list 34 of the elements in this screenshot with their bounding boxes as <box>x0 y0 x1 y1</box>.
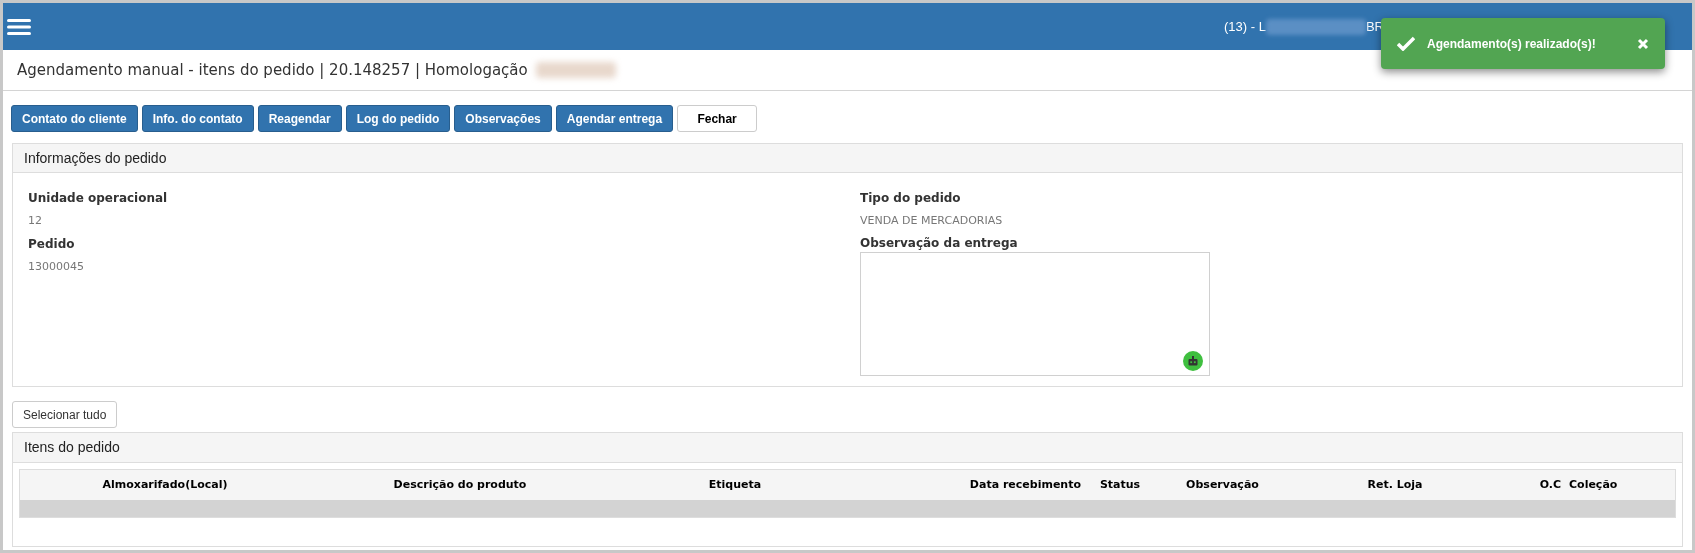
field-value: 12 <box>28 213 43 229</box>
field-label: Observação da entrega <box>860 235 1019 252</box>
robot-icon[interactable] <box>1183 351 1203 371</box>
column-header[interactable]: Descrição do produto <box>310 476 610 494</box>
column-header[interactable]: Observação <box>1155 476 1290 494</box>
action-button[interactable]: Info. do contato <box>141 105 254 132</box>
panel-title: Informações do pedido <box>24 148 167 168</box>
column-header[interactable]: Data recebimento <box>860 476 1085 494</box>
page-title: Agendamento manual - itens do pedido | 20.148257 | Homologação <box>17 59 528 81</box>
field-label: Pedido <box>28 236 76 253</box>
field-value: VENDA DE MERCADORIAS <box>860 213 1004 229</box>
action-button[interactable]: Contato do cliente <box>11 105 138 132</box>
field-value: 13000045 <box>28 259 85 275</box>
delivery-note-field[interactable] <box>860 252 1210 376</box>
user-info: (13) - L <box>1224 17 1266 36</box>
column-header[interactable]: Etiqueta <box>610 476 860 494</box>
column-header[interactable]: Status <box>1085 476 1155 494</box>
panel-title: Itens do pedido <box>24 438 120 457</box>
action-button[interactable]: Log do pedido <box>345 105 451 132</box>
close-icon[interactable] <box>1637 37 1649 50</box>
action-button[interactable]: Agendar entrega <box>555 105 674 132</box>
field-label: Tipo do pedido <box>860 190 962 207</box>
menu-icon[interactable] <box>6 16 32 37</box>
action-button[interactable]: Fechar <box>677 105 758 132</box>
column-header[interactable]: Almoxarifado(Local) <box>20 476 310 494</box>
action-button[interactable]: Reagendar <box>257 105 342 132</box>
toast-message: Agendamento(s) realizado(s)! <box>1427 35 1597 53</box>
select-all-button[interactable]: Selecionar tudo <box>12 401 118 428</box>
column-header[interactable]: Coleção <box>1565 476 1618 494</box>
field-label: Unidade operacional <box>28 190 169 207</box>
action-button[interactable]: Observações <box>454 105 552 132</box>
column-header[interactable]: O.C <box>1500 476 1565 494</box>
check-icon <box>1397 36 1415 51</box>
column-header[interactable]: Ret. Loja <box>1290 476 1500 494</box>
